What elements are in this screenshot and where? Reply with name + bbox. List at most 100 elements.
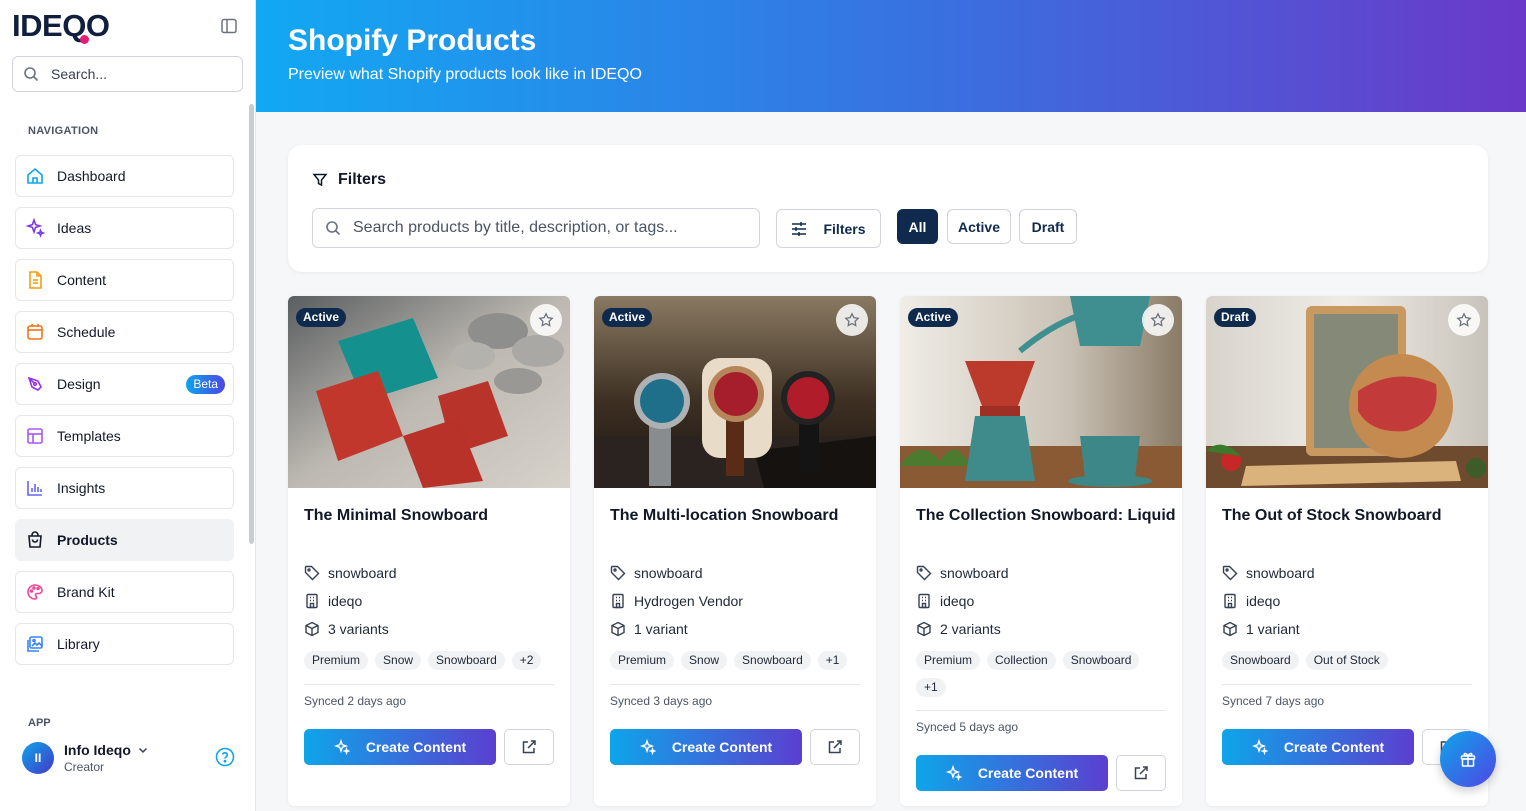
favorite-star-icon[interactable]	[1448, 304, 1480, 336]
external-link-button[interactable]	[810, 729, 860, 765]
tag-icon	[916, 565, 932, 581]
user-name: Info Ideqo	[64, 742, 131, 758]
palette-icon	[25, 582, 45, 602]
product-vendor-label: Hydrogen Vendor	[634, 593, 743, 609]
product-vendor: ideqo	[304, 593, 362, 609]
box-icon	[610, 621, 626, 637]
product-image[interactable]: Active	[288, 296, 570, 488]
product-vendor: ideqo	[1222, 593, 1280, 609]
box-icon	[304, 621, 320, 637]
segment-draft[interactable]: Draft	[1019, 209, 1077, 244]
app-section-title: APP	[28, 717, 51, 729]
product-variants-label: 1 variant	[1246, 621, 1300, 637]
product-variants: 2 variants	[916, 621, 1001, 637]
product-type: snowboard	[916, 565, 1009, 581]
tag-chip: Snowboard	[428, 651, 505, 670]
gift-fab-button[interactable]	[1440, 731, 1496, 787]
sidebar-item-label: Dashboard	[57, 168, 126, 184]
create-content-button[interactable]: Create Content	[610, 729, 802, 765]
status-badge: Draft	[1214, 308, 1257, 327]
product-vendor: ideqo	[916, 593, 974, 609]
sidebar-item-products[interactable]: Products	[15, 519, 234, 561]
pen-tool-icon	[25, 374, 45, 394]
product-vendor-label: ideqo	[940, 593, 975, 609]
nav-section-title: NAVIGATION	[28, 125, 99, 137]
product-card[interactable]: Active The Minimal Snowboard snowboard i…	[288, 296, 570, 806]
favorite-star-icon[interactable]	[530, 304, 562, 336]
tag-more-chip: +1	[916, 678, 946, 697]
filters-button[interactable]: Filters	[776, 209, 881, 248]
create-content-label: Create Content	[365, 739, 467, 755]
product-search-input[interactable]: Search products by title, description, o…	[312, 208, 760, 248]
segment-active[interactable]: Active	[947, 209, 1011, 244]
sliders-icon	[791, 221, 807, 237]
sparkles-icon	[25, 218, 45, 238]
beta-badge: Beta	[186, 375, 225, 394]
sidebar-item-dashboard[interactable]: Dashboard	[15, 155, 234, 197]
calendar-icon	[25, 322, 45, 342]
sidebar-item-insights[interactable]: Insights	[15, 467, 234, 509]
status-badge: Active	[908, 308, 959, 327]
product-card[interactable]: Active The Collection Snowboard: Liquid …	[900, 296, 1182, 806]
filters-button-label: Filters	[823, 220, 866, 237]
home-icon	[25, 166, 45, 186]
search-icon	[23, 66, 39, 82]
create-content-button[interactable]: Create Content	[304, 729, 496, 765]
shopping-bag-icon	[25, 530, 45, 550]
create-content-label: Create Content	[1283, 739, 1385, 755]
create-content-label: Create Content	[977, 765, 1079, 781]
sidebar-item-label: Templates	[57, 428, 121, 444]
sidebar-item-brand-kit[interactable]: Brand Kit	[15, 571, 234, 613]
sidebar-item-schedule[interactable]: Schedule	[15, 311, 234, 353]
create-content-button[interactable]: Create Content	[1222, 729, 1414, 765]
product-card[interactable]: Draft The Out of Stock Snowboard snowboa…	[1206, 296, 1488, 806]
gift-icon	[1459, 750, 1477, 768]
create-content-button[interactable]: Create Content	[916, 755, 1108, 791]
user-menu[interactable]: II Info Ideqo Creator	[22, 742, 149, 774]
app-logo[interactable]: IDE Q O	[12, 8, 110, 44]
external-link-icon	[827, 739, 843, 755]
segment-all[interactable]: All	[897, 209, 938, 244]
sidebar-search-input[interactable]: Search...	[12, 56, 243, 92]
product-vendor: Hydrogen Vendor	[610, 593, 743, 609]
sidebar-scrollbar[interactable]	[249, 104, 254, 544]
page-header: Shopify Products Preview what Shopify pr…	[256, 0, 1526, 112]
product-variants: 3 variants	[304, 621, 389, 637]
help-icon[interactable]	[215, 747, 235, 767]
external-link-button[interactable]	[1116, 755, 1166, 791]
favorite-star-icon[interactable]	[836, 304, 868, 336]
sidebar-item-library[interactable]: Library	[15, 623, 234, 665]
divider	[1222, 684, 1472, 685]
product-image[interactable]: Active	[900, 296, 1182, 488]
funnel-icon	[312, 172, 328, 188]
sidebar-item-ideas[interactable]: Ideas	[15, 207, 234, 249]
user-role: Creator	[64, 760, 105, 774]
synced-timestamp: Synced 5 days ago	[916, 720, 1019, 734]
product-tags: Premium Collection Snowboard +1	[916, 651, 1166, 697]
building-icon	[610, 593, 626, 609]
synced-timestamp: Synced 7 days ago	[1222, 694, 1325, 708]
building-icon	[916, 593, 932, 609]
product-variants-label: 3 variants	[328, 621, 389, 637]
product-vendor-label: ideqo	[328, 593, 363, 609]
status-badge: Active	[602, 308, 653, 327]
sidebar-item-content[interactable]: Content	[15, 259, 234, 301]
product-tags: Snowboard Out of Stock	[1222, 651, 1472, 670]
document-icon	[25, 270, 45, 290]
sidebar-toggle-icon[interactable]	[220, 17, 238, 35]
product-card[interactable]: Active The Multi-location Snowboard snow…	[594, 296, 876, 806]
external-link-icon	[521, 739, 537, 755]
sidebar-item-templates[interactable]: Templates	[15, 415, 234, 457]
sparkles-icon	[1251, 739, 1268, 755]
tag-chip: Out of Stock	[1305, 651, 1388, 670]
favorite-star-icon[interactable]	[1142, 304, 1174, 336]
filters-title: Filters	[338, 171, 387, 188]
bar-chart-icon	[25, 478, 45, 498]
product-tags: Premium Snow Snowboard +2	[304, 651, 554, 670]
tag-more-chip: +1	[817, 651, 848, 670]
product-variants-label: 1 variant	[634, 621, 688, 637]
sidebar-item-design[interactable]: Design Beta	[15, 363, 234, 405]
product-image[interactable]: Draft	[1206, 296, 1488, 488]
product-image[interactable]: Active	[594, 296, 876, 488]
external-link-button[interactable]	[504, 729, 554, 765]
